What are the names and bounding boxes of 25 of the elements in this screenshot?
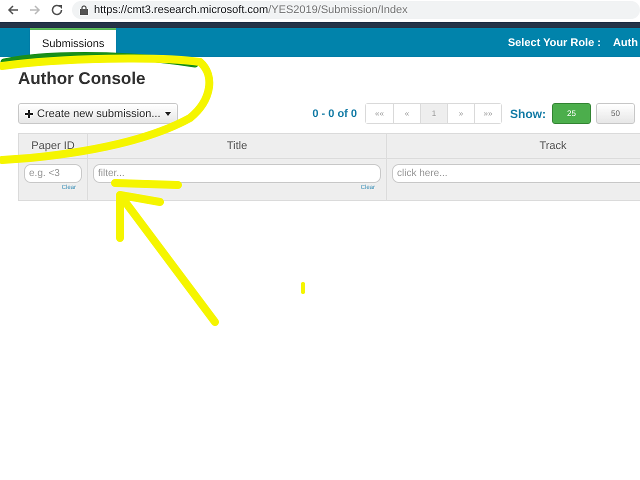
url-text: https://cmt3.research.microsoft.com/YES2019/Submission/Index — [94, 4, 408, 16]
marker-dash — [301, 282, 305, 294]
filter-field[interactable]: e.g. <3 — [24, 164, 82, 183]
create-submission-button[interactable]: Create new submission... — [18, 103, 178, 124]
page-button[interactable]: »» — [474, 104, 501, 123]
reload-icon[interactable] — [50, 3, 64, 17]
column-header[interactable]: Track — [387, 134, 640, 159]
filter-field[interactable]: click here... — [392, 164, 640, 183]
column-header[interactable]: Paper ID — [19, 134, 87, 159]
lock-icon — [80, 5, 88, 15]
filter-field[interactable]: filter... — [93, 164, 381, 183]
result-count: 0 - 0 of 0 — [312, 108, 357, 120]
back-arrow-icon[interactable] — [6, 3, 20, 17]
page-size-button[interactable]: 50 — [596, 103, 635, 124]
caret-icon — [164, 112, 170, 116]
marker-underline — [111, 179, 182, 189]
column-header[interactable]: Title — [88, 134, 386, 159]
page-size-button[interactable]: 25 — [552, 103, 591, 124]
role-label: Select Your Role : — [508, 36, 602, 50]
plus-icon — [25, 110, 33, 118]
page-title: Author Console — [18, 69, 146, 89]
address-bar[interactable]: https://cmt3.research.microsoft.com/YES2019/Submission/Index — [72, 1, 640, 19]
page-button[interactable]: 1 — [420, 104, 447, 123]
role-value[interactable]: Auth — [612, 28, 638, 57]
show-label: Show: — [510, 106, 546, 120]
